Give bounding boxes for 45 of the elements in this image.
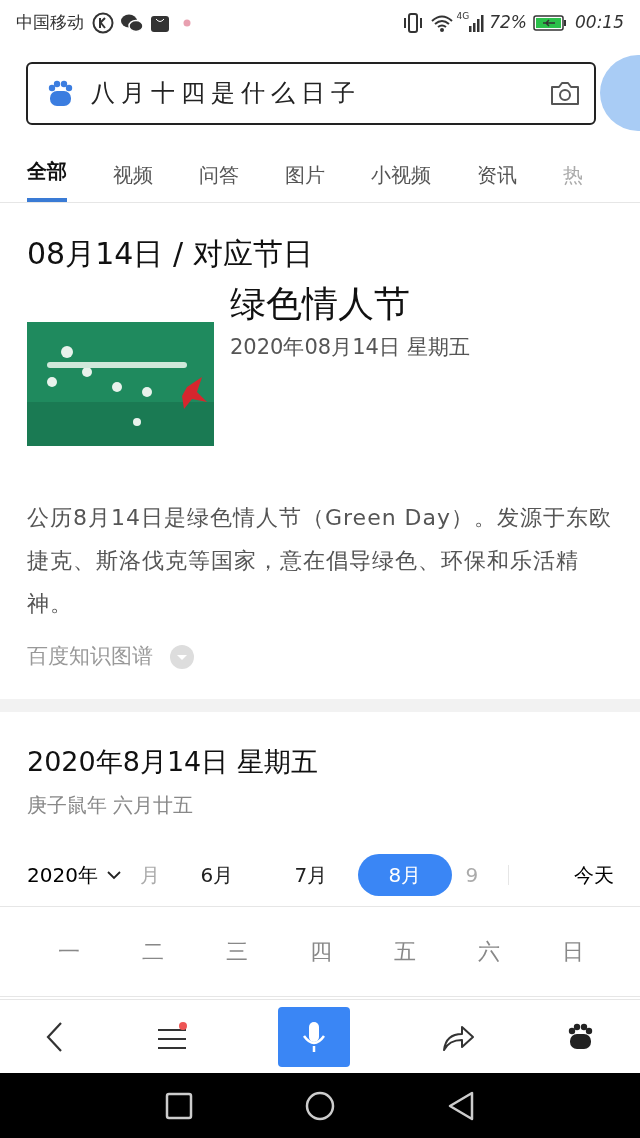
holiday-name: 绿色情人节 — [230, 284, 411, 324]
battery-percent: 72% — [489, 10, 527, 34]
signal-icon — [469, 12, 486, 33]
menu-icon[interactable] — [155, 1021, 188, 1052]
tab[interactable]: 图片 — [285, 148, 325, 202]
tab[interactable]: 资讯 — [477, 148, 517, 202]
recent-apps-icon[interactable] — [165, 1091, 193, 1120]
caret-down-icon — [105, 870, 122, 880]
year-dropdown[interactable]: 2020年 — [27, 860, 122, 890]
vibrate-icon — [401, 11, 424, 34]
camera-icon[interactable] — [550, 80, 580, 106]
search-field[interactable]: 八月十四是什么日子 — [26, 61, 596, 125]
lunar-date: 庚子鼠年 六月廿五 — [26, 792, 195, 819]
weekday-label: 一 — [57, 938, 81, 966]
weekday-label: 四 — [309, 938, 333, 966]
voice-search-button[interactable] — [278, 1006, 351, 1067]
month-tab[interactable]: 8月 — [357, 854, 452, 896]
tab[interactable]: 问答 — [199, 148, 239, 202]
month-tab[interactable]: 6月 — [169, 854, 264, 896]
weekday-label: 日 — [561, 938, 585, 966]
carrier-name: 中国移动 — [16, 10, 84, 34]
k-circle-icon — [92, 11, 114, 34]
weekday-label: 六 — [477, 938, 501, 966]
calendar-date: 2020年8月14日 星期五 — [26, 744, 319, 779]
holiday-date: 2020年08月14日 星期五 — [230, 333, 470, 361]
weekday-label: 二 — [141, 938, 165, 966]
tab[interactable]: 全部 — [27, 144, 67, 202]
month-tab[interactable]: 7月 — [263, 854, 358, 896]
holiday-heading: 08月14日 / 对应节日 — [27, 235, 314, 273]
chat-bubbles-icon — [120, 12, 144, 33]
tab[interactable]: 视频 — [113, 148, 153, 202]
paw-logo-icon — [46, 79, 75, 107]
clock-time: 00:15 — [575, 10, 624, 34]
weekday-label: 五 — [393, 938, 417, 966]
battery-charging-icon — [533, 13, 567, 32]
microphone-icon — [301, 1019, 328, 1054]
back-triangle-icon[interactable] — [447, 1090, 475, 1121]
search-query: 八月十四是什么日子 — [91, 78, 362, 109]
tab[interactable]: 小视频 — [371, 148, 431, 202]
today-button[interactable]: 今天 — [574, 860, 614, 890]
home-icon[interactable] — [305, 1090, 335, 1121]
weekday-label: 三 — [225, 938, 249, 966]
network-label: 4G — [456, 10, 470, 23]
dot-icon — [182, 17, 192, 28]
holiday-description: 公历8月14日是绿色情人节（Green Day）。发源于东欧捷克、斯洛伐克等国家，意在倡导绿色、环保和乐活精神。 — [27, 504, 613, 618]
